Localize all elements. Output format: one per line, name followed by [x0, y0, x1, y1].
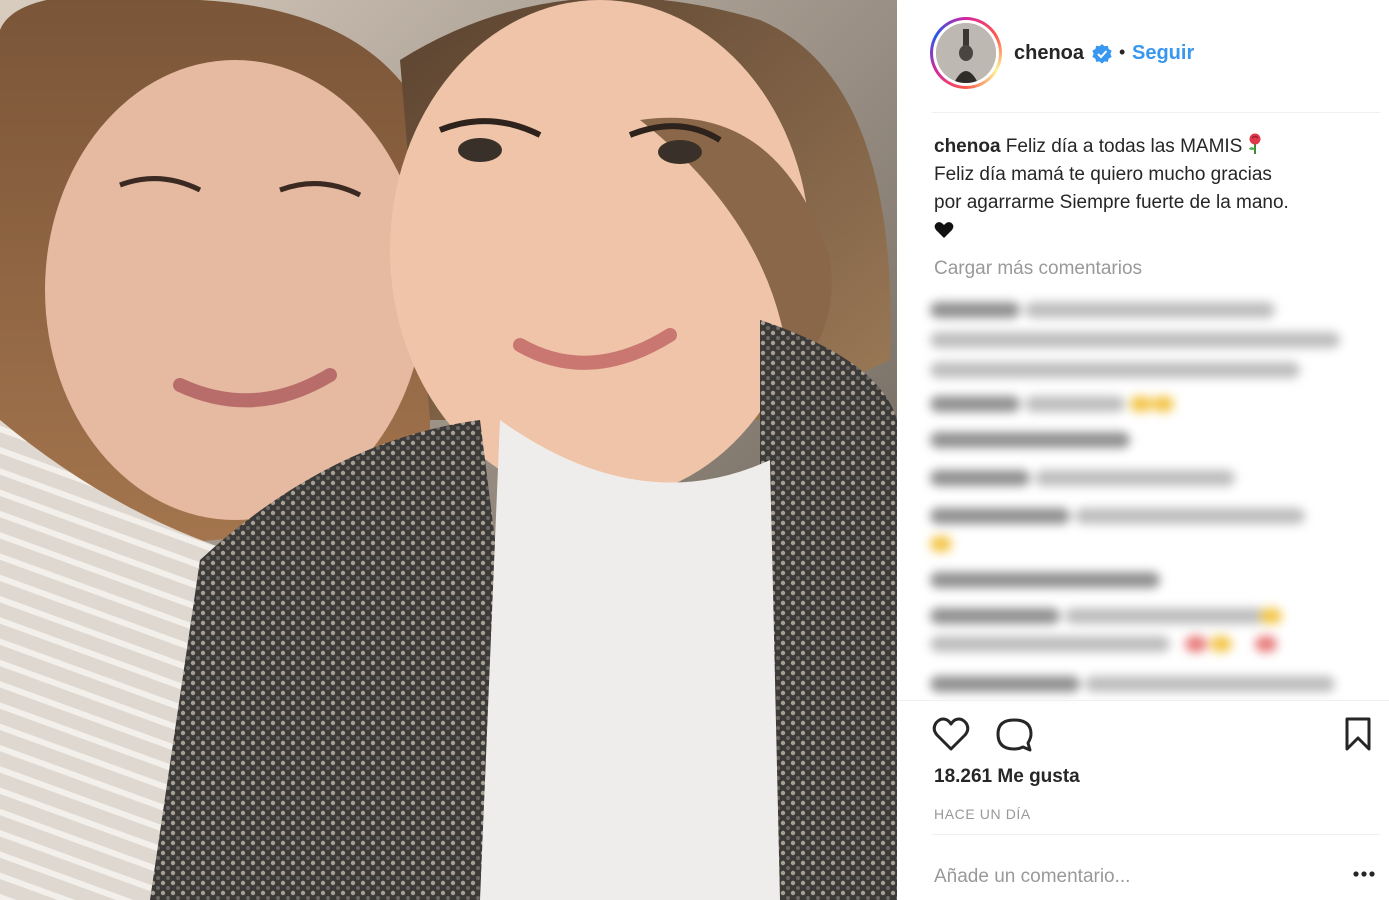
caption-line-3: por agarrarme Siempre fuerte de la mano.	[934, 192, 1289, 213]
post-actions-bar	[897, 700, 1389, 760]
add-comment-input[interactable]: Añade un comentario...	[934, 866, 1130, 888]
bookmark-icon[interactable]	[1344, 716, 1372, 752]
photo-illustration	[0, 0, 897, 900]
ellipsis-icon[interactable]	[1352, 870, 1376, 878]
avatar-image	[936, 23, 996, 83]
caption-line-1: Feliz día a todas las MAMIS	[1000, 136, 1243, 157]
footer-divider	[932, 834, 1380, 835]
verified-badge-icon	[1092, 44, 1112, 64]
post-side-panel: chenoa • Seguir chenoa Feliz día a todas…	[897, 0, 1389, 900]
separator-dot: •	[1119, 42, 1126, 62]
avatar-person-icon	[936, 23, 996, 83]
caption-line-2: Feliz día mamá te quiero mucho gracias	[934, 164, 1272, 185]
header-divider	[932, 112, 1380, 113]
profile-avatar[interactable]	[930, 17, 1002, 89]
speech-bubble-icon[interactable]	[995, 716, 1033, 754]
follow-button[interactable]: Seguir	[1132, 42, 1194, 65]
caption-username[interactable]: chenoa	[934, 136, 1001, 157]
post-caption: chenoa Feliz día a todas las MAMIS Feliz…	[934, 133, 1354, 239]
likes-count[interactable]: 18.261 Me gusta	[934, 766, 1080, 788]
avatar-border	[933, 20, 999, 86]
post-timestamp[interactable]: HACE UN DÍA	[934, 806, 1031, 822]
black-heart-emoji-icon	[934, 222, 954, 238]
post-header: chenoa • Seguir	[897, 0, 1389, 112]
username-link[interactable]: chenoa	[1014, 42, 1084, 65]
load-more-comments-link[interactable]: Cargar más comentarios	[934, 258, 1142, 280]
heart-outline-icon[interactable]	[932, 716, 970, 752]
post-photo[interactable]	[0, 0, 897, 900]
rose-emoji-icon	[1249, 133, 1261, 154]
blurred-comments-list	[930, 292, 1340, 702]
